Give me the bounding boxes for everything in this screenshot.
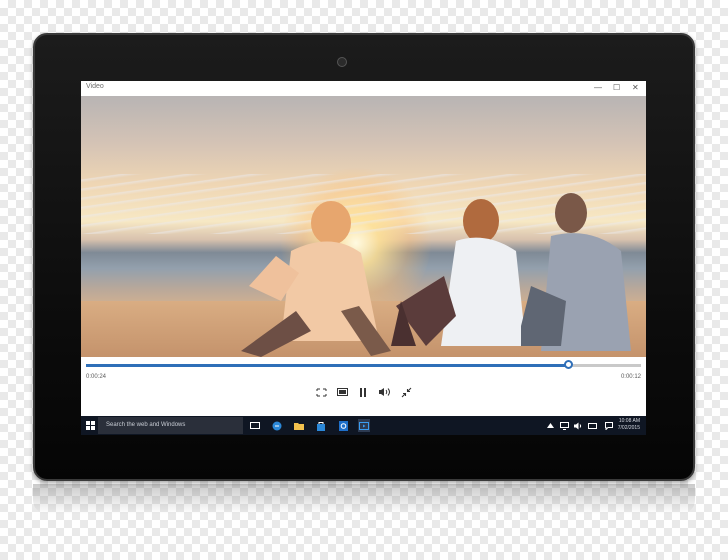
taskbar-search[interactable]: Search the web and Windows [98, 417, 243, 434]
outlook-icon [338, 420, 348, 431]
exit-fullscreen-icon [401, 387, 411, 397]
exit-fullscreen-button[interactable] [399, 385, 413, 399]
action-center-button[interactable] [605, 419, 613, 432]
taskbar-clock[interactable]: 10:08 AM 7/02/2015 [618, 418, 640, 432]
clock-date: 7/02/2015 [617, 425, 640, 431]
tablet-reflection [33, 484, 695, 514]
man-with-bun [521, 193, 631, 351]
keyboard-icon [588, 422, 597, 429]
seek-bar-progress [86, 364, 569, 367]
video-frame[interactable] [81, 96, 646, 357]
aspect-ratio-icon [316, 388, 326, 396]
minimize-button[interactable]: — [594, 83, 602, 93]
task-view-button[interactable] [249, 419, 261, 432]
pause-button[interactable] [356, 385, 370, 399]
seek-bar[interactable] [86, 364, 641, 367]
keyboard-button[interactable] [588, 419, 597, 432]
network-button[interactable] [560, 419, 569, 432]
man-in-cap [241, 201, 391, 357]
taskbar-app-file-explorer[interactable] [293, 419, 305, 432]
taskbar-app-outlook[interactable] [337, 419, 349, 432]
network-icon [560, 421, 569, 430]
windows-logo-icon [85, 421, 95, 430]
video-app-icon [359, 421, 369, 430]
pause-icon [360, 387, 366, 397]
chevron-up-icon [546, 423, 554, 428]
title-bar: Video — ☐ ✕ [81, 81, 646, 96]
start-button[interactable] [84, 419, 96, 432]
front-camera [337, 57, 347, 67]
close-button[interactable]: ✕ [632, 83, 639, 93]
task-view-icon [250, 422, 260, 429]
folder-icon [294, 423, 304, 430]
mini-view-button[interactable] [335, 385, 349, 399]
volume-icon [379, 388, 390, 396]
speaker-icon [574, 422, 582, 429]
elapsed-time: 0:00:24 [86, 374, 107, 380]
taskbar-app-video[interactable] [358, 419, 370, 432]
mini-view-icon [336, 388, 348, 396]
edge-icon [272, 421, 282, 430]
clock-time: 10:08 AM [618, 418, 640, 424]
store-icon [317, 421, 325, 431]
total-time: 0:00:12 [620, 374, 641, 380]
seek-handle[interactable] [564, 360, 574, 369]
taskbar: Search the web and Windows 10:08 AM 7/02… [81, 416, 646, 435]
app-title: Video [86, 83, 104, 90]
show-hidden-icons-button[interactable] [546, 419, 554, 432]
aspect-ratio-button[interactable] [314, 385, 328, 399]
maximize-button[interactable]: ☐ [613, 83, 620, 93]
volume-button[interactable] [377, 385, 391, 399]
volume-tray-button[interactable] [574, 419, 583, 432]
taskbar-app-edge[interactable] [271, 419, 283, 432]
notifications-icon [605, 421, 613, 430]
taskbar-app-store[interactable] [315, 419, 327, 432]
tablet-screen: Video — ☐ ✕ 0:00:24 0:00:12 Search the w… [81, 81, 646, 435]
